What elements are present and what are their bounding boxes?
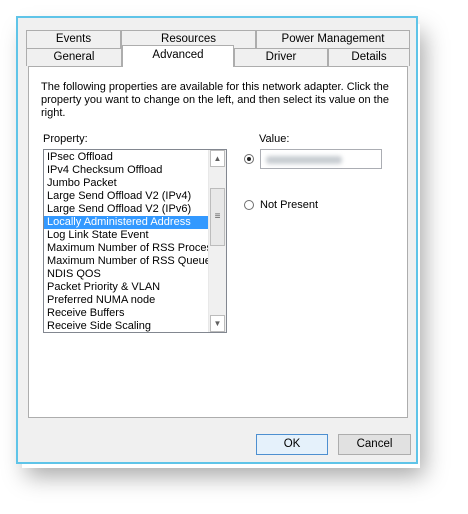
- tab-events[interactable]: Events: [26, 30, 121, 48]
- not-present-radio[interactable]: [244, 200, 254, 210]
- property-item[interactable]: IPv4 Checksum Offload: [44, 164, 209, 177]
- property-item[interactable]: Packet Priority & VLAN: [44, 281, 209, 294]
- advanced-panel: The following properties are available f…: [28, 66, 408, 418]
- ok-button[interactable]: OK: [256, 434, 328, 455]
- property-list: IPsec Offload IPv4 Checksum Offload Jumbo …: [44, 151, 209, 332]
- list-scrollbar[interactable]: ▲ ≡ ▼: [208, 150, 226, 332]
- property-item[interactable]: NDIS QOS: [44, 268, 209, 281]
- tab-general[interactable]: General: [26, 48, 122, 66]
- property-item[interactable]: Receive Buffers: [44, 307, 209, 320]
- property-listbox[interactable]: IPsec Offload IPv4 Checksum Offload Jumbo …: [43, 149, 227, 333]
- tab-driver[interactable]: Driver: [234, 48, 328, 66]
- adapter-properties-dialog: Events Resources Power Management Genera…: [16, 16, 418, 464]
- property-item[interactable]: Locally Administered Address: [44, 216, 209, 229]
- tab-details[interactable]: Details: [328, 48, 410, 66]
- property-item[interactable]: Large Send Offload V2 (IPv6): [44, 203, 209, 216]
- property-item[interactable]: Preferred NUMA node: [44, 294, 209, 307]
- property-label: Property:: [43, 133, 88, 145]
- cancel-button[interactable]: Cancel: [338, 434, 411, 455]
- value-radio[interactable]: [244, 154, 254, 164]
- property-item[interactable]: Maximum Number of RSS Queues: [44, 255, 209, 268]
- property-item[interactable]: Receive Side Scaling: [44, 320, 209, 332]
- redacted-value: [266, 156, 342, 164]
- property-item[interactable]: IPsec Offload: [44, 151, 209, 164]
- property-item[interactable]: Jumbo Packet: [44, 177, 209, 190]
- tab-power-management[interactable]: Power Management: [256, 30, 410, 48]
- property-item[interactable]: Maximum Number of RSS Processors: [44, 242, 209, 255]
- value-input[interactable]: [260, 149, 382, 169]
- property-item[interactable]: Large Send Offload V2 (IPv4): [44, 190, 209, 203]
- property-item[interactable]: Log Link State Event: [44, 229, 209, 242]
- scroll-thumb[interactable]: ≡: [210, 188, 225, 246]
- not-present-label[interactable]: Not Present: [260, 199, 318, 211]
- tab-advanced[interactable]: Advanced: [122, 45, 234, 67]
- chevron-down-icon[interactable]: ▼: [210, 315, 225, 332]
- grip-icon: ≡: [214, 211, 221, 222]
- chevron-up-icon[interactable]: ▲: [210, 150, 225, 167]
- description-text: The following properties are available f…: [41, 81, 389, 119]
- value-label: Value:: [259, 133, 290, 145]
